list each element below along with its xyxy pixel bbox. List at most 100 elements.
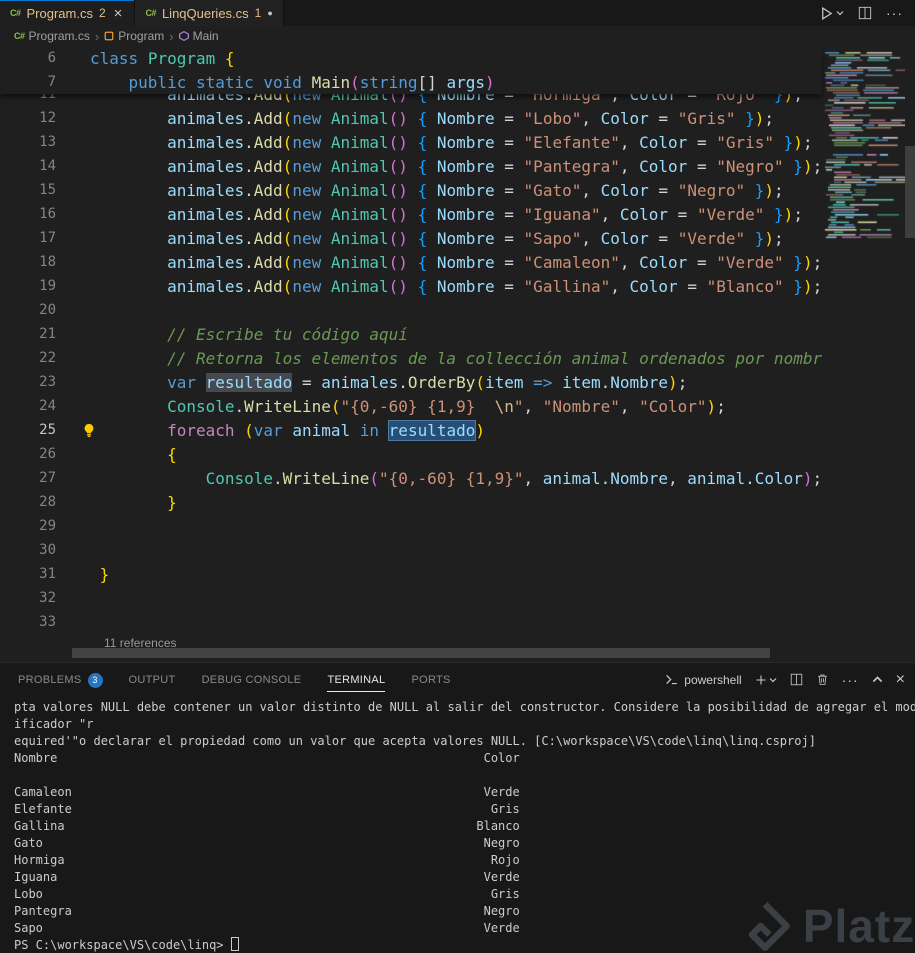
terminal-prompt[interactable]: PS C:\workspace\VS\code\linq> bbox=[14, 937, 915, 953]
line-number[interactable]: 26 bbox=[0, 446, 56, 462]
code-line[interactable]: 28 } bbox=[0, 490, 822, 514]
code-editor[interactable]: 11 animales.Add(new Animal() { Nombre = … bbox=[0, 46, 915, 662]
line-number[interactable]: 30 bbox=[0, 542, 56, 558]
shell-selector[interactable]: powershell bbox=[665, 673, 742, 687]
line-number[interactable]: 28 bbox=[0, 494, 56, 510]
line-number[interactable]: 6 bbox=[0, 50, 56, 66]
line-number[interactable]: 33 bbox=[0, 614, 56, 630]
breadcrumb-method[interactable]: Main bbox=[178, 29, 219, 43]
terminal-line: Gato Negro bbox=[14, 836, 520, 850]
code-line[interactable]: 18 animales.Add(new Animal() { Nombre = … bbox=[0, 250, 822, 274]
code-line[interactable]: 30 bbox=[0, 538, 822, 562]
tab-linqqueries-cs[interactable]: C# LinqQueries.cs 1 ● bbox=[135, 0, 284, 26]
code-line[interactable]: 26 { bbox=[0, 442, 822, 466]
code-text: animales.Add(new Animal() { Nombre = "Ca… bbox=[167, 252, 822, 272]
code-line[interactable]: 13 animales.Add(new Animal() { Nombre = … bbox=[0, 130, 822, 154]
code-text: class Program { bbox=[90, 48, 235, 68]
code-text: public static void Main(string[] args) bbox=[128, 72, 495, 92]
line-number[interactable]: 13 bbox=[0, 134, 56, 150]
code-line[interactable]: 31 } bbox=[0, 562, 822, 586]
code-line[interactable]: 17 animales.Add(new Animal() { Nombre = … bbox=[0, 226, 822, 250]
terminal-line: Lobo Gris bbox=[14, 887, 520, 901]
close-icon[interactable]: × bbox=[112, 6, 125, 21]
line-number[interactable]: 12 bbox=[0, 110, 56, 126]
line-number[interactable]: 17 bbox=[0, 230, 56, 246]
code-line[interactable]: 32 bbox=[0, 586, 822, 610]
code-line[interactable]: 22 // Retorna los elementos de la collec… bbox=[0, 346, 822, 370]
code-text: animales.Add(new Animal() { Nombre = "Pa… bbox=[167, 156, 822, 176]
code-text: Console.WriteLine("{0,-60} {1,9} \n", "N… bbox=[167, 396, 726, 416]
code-line[interactable]: 7 public static void Main(string[] args) bbox=[0, 70, 822, 94]
vertical-scrollbar[interactable] bbox=[905, 146, 915, 238]
line-number[interactable]: 23 bbox=[0, 374, 56, 390]
code-lines[interactable]: 11 animales.Add(new Animal() { Nombre = … bbox=[0, 82, 822, 634]
breadcrumb-file[interactable]: C# Program.cs bbox=[14, 29, 90, 43]
code-line[interactable]: 12 animales.Add(new Animal() { Nombre = … bbox=[0, 106, 822, 130]
code-line[interactable]: 21 // Escribe tu código aquí bbox=[0, 322, 822, 346]
line-number[interactable]: 18 bbox=[0, 254, 56, 270]
code-line[interactable]: 27 Console.WriteLine("{0,-60} {1,9}", an… bbox=[0, 466, 822, 490]
tab-problem-count: 1 bbox=[254, 6, 262, 20]
line-number[interactable]: 32 bbox=[0, 590, 56, 606]
code-line[interactable]: 20 bbox=[0, 298, 822, 322]
run-button[interactable] bbox=[819, 6, 844, 21]
code-line[interactable]: 24 Console.WriteLine("{0,-60} {1,9} \n",… bbox=[0, 394, 822, 418]
line-number[interactable]: 20 bbox=[0, 302, 56, 318]
symbol-method-icon bbox=[178, 31, 189, 41]
close-panel-button[interactable]: × bbox=[896, 671, 905, 689]
code-text: Console.WriteLine("{0,-60} {1,9}", anima… bbox=[205, 468, 822, 488]
new-terminal-button[interactable] bbox=[755, 674, 777, 686]
line-number[interactable]: 25 bbox=[0, 422, 56, 438]
tab-terminal[interactable]: TERMINAL bbox=[327, 668, 386, 692]
split-editor-button[interactable] bbox=[858, 6, 872, 20]
terminal-output[interactable]: pta valores NULL debe contener un valor … bbox=[0, 696, 915, 953]
split-terminal-button[interactable] bbox=[790, 673, 803, 686]
csharp-file-icon: C# bbox=[10, 8, 21, 18]
line-number[interactable]: 16 bbox=[0, 206, 56, 222]
bottom-panel: PROBLEMS 3 OUTPUT DEBUG CONSOLE TERMINAL… bbox=[0, 662, 915, 953]
tab-label: LinqQueries.cs bbox=[161, 5, 249, 21]
unsaved-dot-icon[interactable]: ● bbox=[267, 8, 272, 18]
code-line[interactable]: 19 animales.Add(new Animal() { Nombre = … bbox=[0, 274, 822, 298]
minimap[interactable] bbox=[822, 46, 905, 662]
tab-debug-console[interactable]: DEBUG CONSOLE bbox=[202, 668, 302, 691]
chevron-up-icon bbox=[872, 676, 882, 683]
line-number[interactable]: 31 bbox=[0, 566, 56, 582]
line-number[interactable]: 29 bbox=[0, 518, 56, 534]
line-number[interactable]: 21 bbox=[0, 326, 56, 342]
code-line[interactable]: 6 class Program { bbox=[0, 46, 822, 70]
line-number[interactable]: 14 bbox=[0, 158, 56, 174]
code-line[interactable]: 29 bbox=[0, 514, 822, 538]
line-number[interactable]: 15 bbox=[0, 182, 56, 198]
panel-more-button[interactable]: ··· bbox=[842, 672, 859, 688]
sticky-scroll: 6 class Program {7 public static void Mai… bbox=[0, 46, 822, 94]
code-line[interactable]: 15 animales.Add(new Animal() { Nombre = … bbox=[0, 178, 822, 202]
breadcrumb-separator: › bbox=[94, 28, 100, 44]
tab-output[interactable]: OUTPUT bbox=[129, 668, 176, 691]
vscode-window: C# Program.cs 2 × C# LinqQueries.cs 1 ● … bbox=[0, 0, 915, 953]
horizontal-scrollbar[interactable] bbox=[72, 648, 770, 658]
code-line[interactable]: 25 foreach (var animal in resultado) bbox=[0, 418, 822, 442]
code-line[interactable]: 33 bbox=[0, 610, 822, 634]
line-number[interactable]: 7 bbox=[0, 74, 56, 90]
tab-ports[interactable]: PORTS bbox=[411, 668, 450, 691]
line-number[interactable]: 22 bbox=[0, 350, 56, 366]
tab-program-cs[interactable]: C# Program.cs 2 × bbox=[0, 0, 136, 26]
line-number[interactable]: 24 bbox=[0, 398, 56, 414]
code-text: animales.Add(new Animal() { Nombre = "Sa… bbox=[167, 228, 784, 248]
kill-terminal-button[interactable] bbox=[816, 673, 829, 686]
split-editor-icon bbox=[858, 6, 872, 20]
code-line[interactable]: 14 animales.Add(new Animal() { Nombre = … bbox=[0, 154, 822, 178]
code-line[interactable]: 23 var resultado = animales.OrderBy(item… bbox=[0, 370, 822, 394]
breadcrumb-class[interactable]: Program bbox=[104, 29, 164, 43]
line-number[interactable]: 27 bbox=[0, 470, 56, 486]
maximize-panel-button[interactable] bbox=[872, 674, 883, 685]
tab-label: Program.cs bbox=[26, 5, 93, 21]
terminal-line: Sapo Verde bbox=[14, 921, 520, 935]
more-actions-button[interactable]: ··· bbox=[886, 5, 903, 21]
lightbulb-icon[interactable] bbox=[82, 423, 96, 443]
line-number[interactable]: 19 bbox=[0, 278, 56, 294]
terminal-line: ificador "r bbox=[14, 717, 94, 731]
code-line[interactable]: 16 animales.Add(new Animal() { Nombre = … bbox=[0, 202, 822, 226]
tab-problems[interactable]: PROBLEMS 3 bbox=[18, 667, 103, 693]
